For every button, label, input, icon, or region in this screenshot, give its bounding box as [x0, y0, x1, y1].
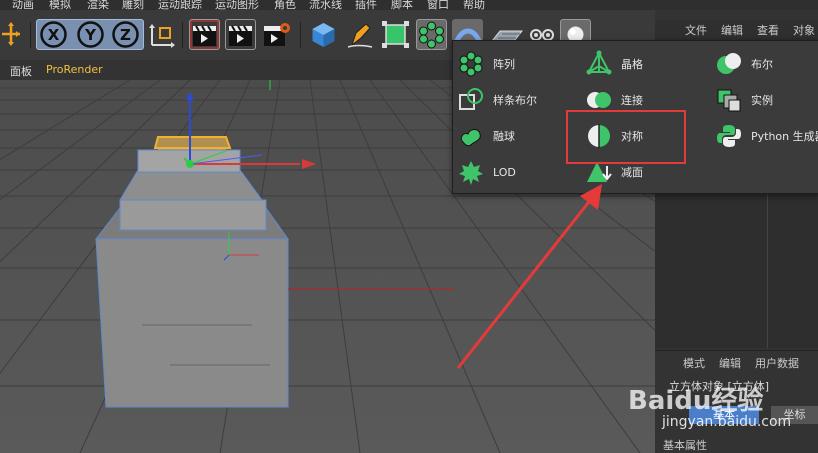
- menu-item-atom-array[interactable]: 晶格: [585, 49, 643, 79]
- subdivision-surface-icon: [382, 21, 409, 48]
- move-icon: [2, 22, 20, 46]
- menu-item-label: 融球: [493, 130, 515, 143]
- x-axis-label: X: [48, 26, 60, 44]
- spline-boolean-icon: [459, 88, 483, 110]
- render-settings-button[interactable]: [261, 19, 292, 50]
- python-generator-icon: [717, 125, 741, 147]
- menu-item-instance[interactable]: 实例: [715, 85, 773, 115]
- menu-item-python-generator[interactable]: Python 生成器: [715, 121, 818, 151]
- x-axis-button[interactable]: X: [38, 19, 69, 50]
- prorender-menu[interactable]: ProRender: [46, 63, 103, 76]
- menu-item-mograph[interactable]: 运动图形: [215, 0, 259, 10]
- y-axis-button[interactable]: Y: [75, 19, 106, 50]
- menu-item-label: 晶格: [621, 58, 643, 71]
- array-icon: [419, 21, 444, 49]
- array-generator-button[interactable]: [416, 19, 447, 50]
- y-axis-label: Y: [84, 26, 97, 44]
- coordinate-system-button[interactable]: [146, 19, 177, 50]
- om-menu-file[interactable]: 文件: [685, 22, 707, 38]
- attr-menu-edit[interactable]: 编辑: [719, 355, 741, 371]
- pen-icon: [347, 23, 373, 48]
- menu-bar: 动画 模拟 渲染 雕刻 运动跟踪 运动图形 角色 流水线 插件 脚本 窗口 帮助: [0, 0, 818, 10]
- watermark-logo: Baidu经验: [628, 386, 764, 416]
- menu-item-pipeline[interactable]: 流水线: [309, 0, 342, 10]
- menu-item-sculpt[interactable]: 雕刻: [122, 0, 144, 10]
- attr-menu-mode[interactable]: 模式: [683, 355, 705, 371]
- menu-item-label: 减面: [621, 166, 643, 179]
- om-menu-edit[interactable]: 编辑: [721, 22, 743, 38]
- menu-item-script[interactable]: 脚本: [391, 0, 413, 10]
- z-axis-label: Z: [120, 26, 131, 44]
- menu-item-label: 实例: [751, 94, 773, 107]
- om-menu-object[interactable]: 对象: [793, 22, 815, 38]
- menu-item-character[interactable]: 角色: [274, 0, 296, 10]
- annotation-arrow: [456, 184, 602, 369]
- menu-item-motion-tracking[interactable]: 运动跟踪: [158, 0, 202, 10]
- pen-tool-button[interactable]: [344, 19, 375, 50]
- menu-item-array[interactable]: 阵列: [457, 49, 515, 79]
- clapper-icon: [229, 25, 252, 46]
- z-axis-button[interactable]: Z: [110, 19, 141, 50]
- attr-menu-userdata[interactable]: 用户数据: [755, 355, 799, 371]
- cube-icon: [312, 23, 335, 47]
- highlight-box: [566, 110, 686, 164]
- cube-primitive-button[interactable]: [308, 19, 339, 50]
- attribute-menu: 模式 编辑 用户数据: [655, 350, 818, 371]
- atom-array-icon: [586, 50, 612, 75]
- render-view-button[interactable]: [189, 19, 220, 50]
- move-tool-button[interactable]: [0, 19, 22, 50]
- render-picture-viewer-button[interactable]: [225, 19, 256, 50]
- clapper-icon: [190, 20, 219, 49]
- om-menu-view[interactable]: 查看: [757, 22, 779, 38]
- menu-item-help[interactable]: 帮助: [463, 0, 485, 10]
- menu-item-render[interactable]: 渲染: [87, 0, 109, 10]
- menu-item-window[interactable]: 窗口: [427, 0, 449, 10]
- menu-item-simulate[interactable]: 模拟: [49, 0, 71, 10]
- menu-item-label: 样条布尔: [493, 94, 537, 107]
- subdivision-button[interactable]: [380, 19, 411, 50]
- menu-item-spline-boolean[interactable]: 样条布尔: [457, 85, 537, 115]
- menu-item-boole[interactable]: 布尔: [715, 49, 773, 79]
- array-icon: [459, 51, 483, 77]
- instance-icon: [717, 89, 741, 112]
- menu-item-label: 阵列: [493, 58, 515, 71]
- menu-item-label: 连接: [621, 94, 643, 107]
- menu-item-label: 布尔: [751, 58, 773, 71]
- menu-item-animate[interactable]: 动画: [12, 0, 34, 10]
- menu-item-metaball[interactable]: 融球: [457, 121, 515, 151]
- section-basic-properties: 基本属性: [663, 439, 707, 452]
- panel-menu[interactable]: 面板: [10, 63, 32, 79]
- coordinate-system-icon: [149, 24, 175, 48]
- watermark-url: jingyan.baidu.com: [662, 414, 792, 430]
- menu-item-label: Python 生成器: [751, 130, 818, 143]
- object-manager-menu: 文件 编辑 查看 对象: [655, 20, 818, 38]
- metaball-icon: [460, 129, 481, 147]
- boole-icon: [717, 53, 741, 74]
- menu-item-plugins[interactable]: 插件: [355, 0, 377, 10]
- clapper-gear-icon: [264, 23, 290, 46]
